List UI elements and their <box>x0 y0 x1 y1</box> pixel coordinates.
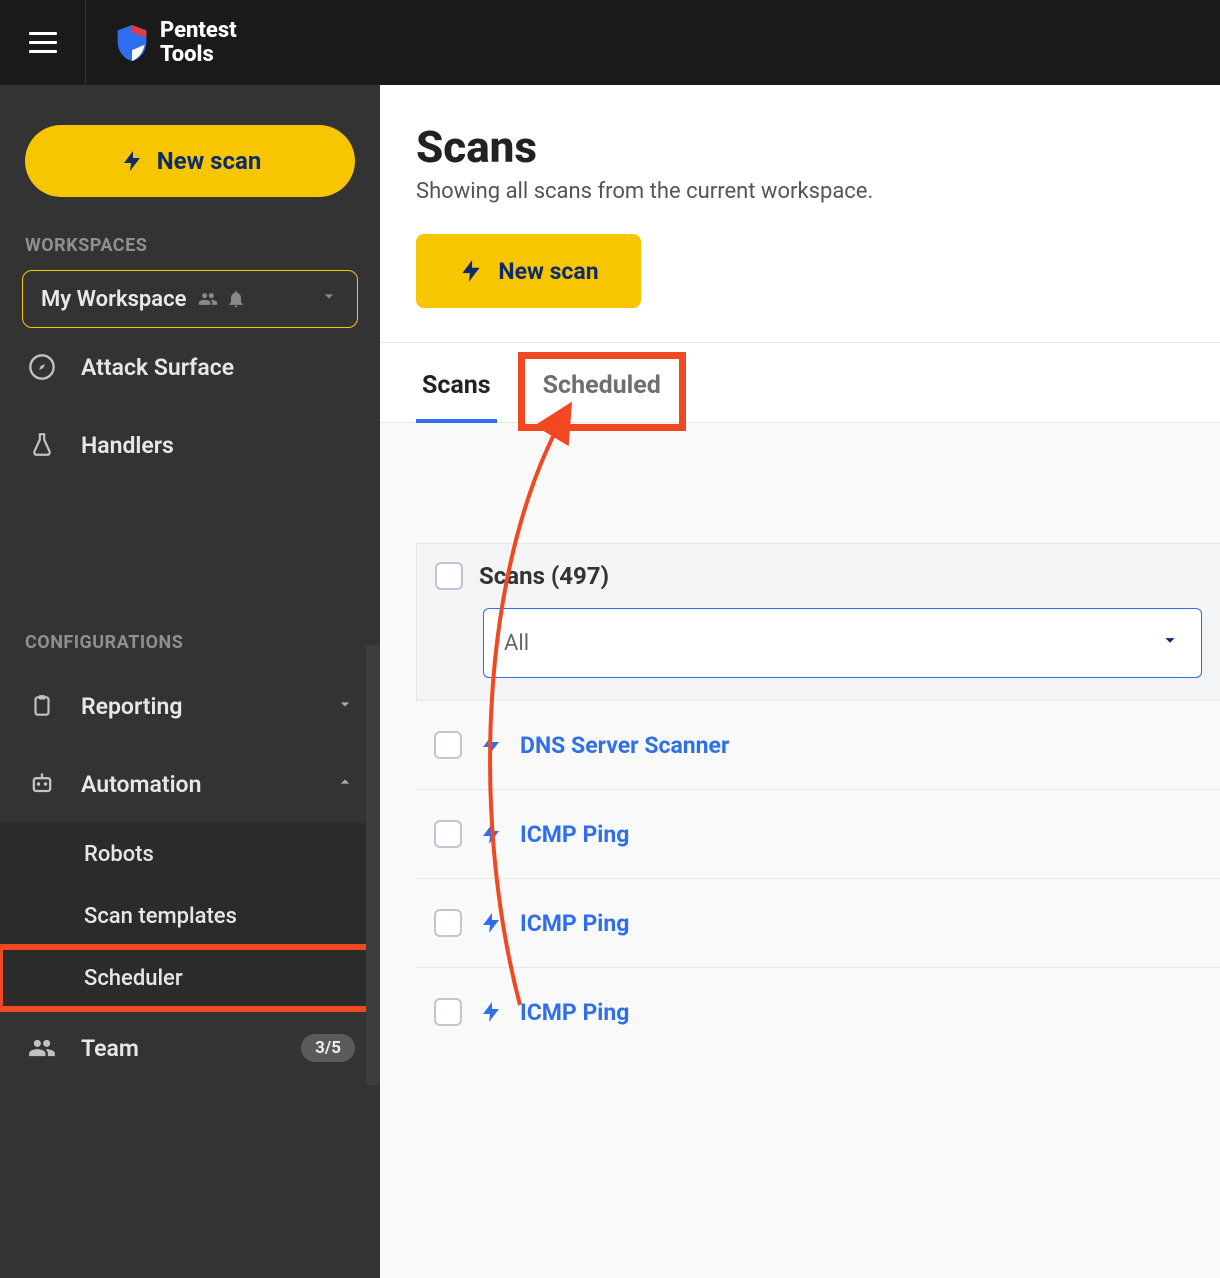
row-checkbox[interactable] <box>434 909 462 937</box>
scan-list: Scans (497) All DNS Server Scanner ICMP … <box>380 423 1220 1026</box>
page-title: Scans <box>416 121 1220 173</box>
table-row[interactable]: DNS Server Scanner <box>416 701 1220 790</box>
bell-icon <box>226 289 246 309</box>
sidebar-item-handlers[interactable]: Handlers <box>0 406 380 484</box>
new-scan-button-sidebar[interactable]: New scan <box>25 125 355 197</box>
flask-icon <box>25 428 59 462</box>
automation-submenu: Robots Scan templates Scheduler <box>0 823 380 1009</box>
chevron-down-icon <box>319 286 339 312</box>
scan-name-link[interactable]: ICMP Ping <box>520 821 629 848</box>
sidebar-scrollbar[interactable] <box>366 645 380 1085</box>
nav-label: Automation <box>81 771 201 798</box>
bolt-icon <box>478 910 504 936</box>
tabs: Scans Scheduled <box>380 343 1220 423</box>
table-row[interactable]: ICMP Ping <box>416 968 1220 1026</box>
row-checkbox[interactable] <box>434 731 462 759</box>
new-scan-label: New scan <box>157 147 262 175</box>
nav-label: Attack Surface <box>81 354 234 381</box>
team-badge: 3/5 <box>301 1034 355 1062</box>
top-header: Pentest Tools <box>0 0 1220 85</box>
nav-label: Robots <box>84 842 154 867</box>
row-checkbox[interactable] <box>434 820 462 848</box>
chevron-down-icon <box>1159 629 1181 657</box>
chevron-down-icon <box>335 693 355 720</box>
row-checkbox[interactable] <box>434 998 462 1026</box>
nav-label: Reporting <box>81 693 182 720</box>
scan-name-link[interactable]: DNS Server Scanner <box>520 732 729 759</box>
sidebar-item-scheduler[interactable]: Scheduler <box>0 947 380 1009</box>
filter-select[interactable]: All <box>483 608 1202 678</box>
brand-text: Pentest Tools <box>160 19 237 65</box>
filter-value: All <box>504 631 529 656</box>
sidebar-item-robots[interactable]: Robots <box>0 823 380 885</box>
scan-name-link[interactable]: ICMP Ping <box>520 910 629 937</box>
main-header: Scans Showing all scans from the current… <box>380 85 1220 343</box>
bolt-icon <box>478 732 504 758</box>
nav-label: Scheduler <box>84 966 183 991</box>
clipboard-icon <box>25 689 59 723</box>
new-scan-label: New scan <box>498 258 598 285</box>
workspace-name: My Workspace <box>41 287 186 312</box>
sidebar-item-attack-surface[interactable]: Attack Surface <box>0 328 380 406</box>
bolt-icon <box>478 821 504 847</box>
chevron-up-icon <box>335 771 355 798</box>
sidebar-item-team[interactable]: Team 3/5 <box>0 1009 380 1087</box>
sidebar: New scan WORKSPACES My Workspace Attack … <box>0 85 380 1278</box>
main-content: Scans Showing all scans from the current… <box>380 85 1220 1278</box>
table-row[interactable]: ICMP Ping <box>416 879 1220 968</box>
select-all-checkbox[interactable] <box>435 562 463 590</box>
bolt-icon <box>119 148 145 174</box>
sidebar-item-scan-templates[interactable]: Scan templates <box>0 885 380 947</box>
list-header-label: Scans (497) <box>479 562 609 590</box>
menu-toggle-button[interactable] <box>0 0 86 85</box>
table-row[interactable]: ICMP Ping <box>416 790 1220 879</box>
scan-name-link[interactable]: ICMP Ping <box>520 999 629 1026</box>
section-configurations-label: CONFIGURATIONS <box>0 594 380 667</box>
nav-label: Team <box>81 1035 139 1062</box>
users-icon <box>25 1031 59 1065</box>
new-scan-button-main[interactable]: New scan <box>416 234 641 308</box>
hamburger-icon <box>29 32 57 53</box>
workspace-icons <box>198 289 246 309</box>
brand-logo[interactable]: Pentest Tools <box>114 19 237 65</box>
workspace-selector[interactable]: My Workspace <box>22 270 358 328</box>
page-subtitle: Showing all scans from the current works… <box>416 179 1220 204</box>
tab-scheduled[interactable]: Scheduled <box>527 361 677 422</box>
list-header: Scans (497) All <box>416 543 1220 701</box>
sidebar-item-automation[interactable]: Automation <box>0 745 380 823</box>
sidebar-item-reporting[interactable]: Reporting <box>0 667 380 745</box>
shield-icon <box>114 23 150 63</box>
bolt-icon <box>478 999 504 1025</box>
users-icon <box>198 289 218 309</box>
nav-label: Scan templates <box>84 904 237 929</box>
compass-icon <box>25 350 59 384</box>
robot-icon <box>25 767 59 801</box>
tab-scans[interactable]: Scans <box>416 361 497 422</box>
section-workspaces-label: WORKSPACES <box>0 197 380 270</box>
nav-label: Handlers <box>81 432 174 459</box>
bolt-icon <box>458 258 484 284</box>
